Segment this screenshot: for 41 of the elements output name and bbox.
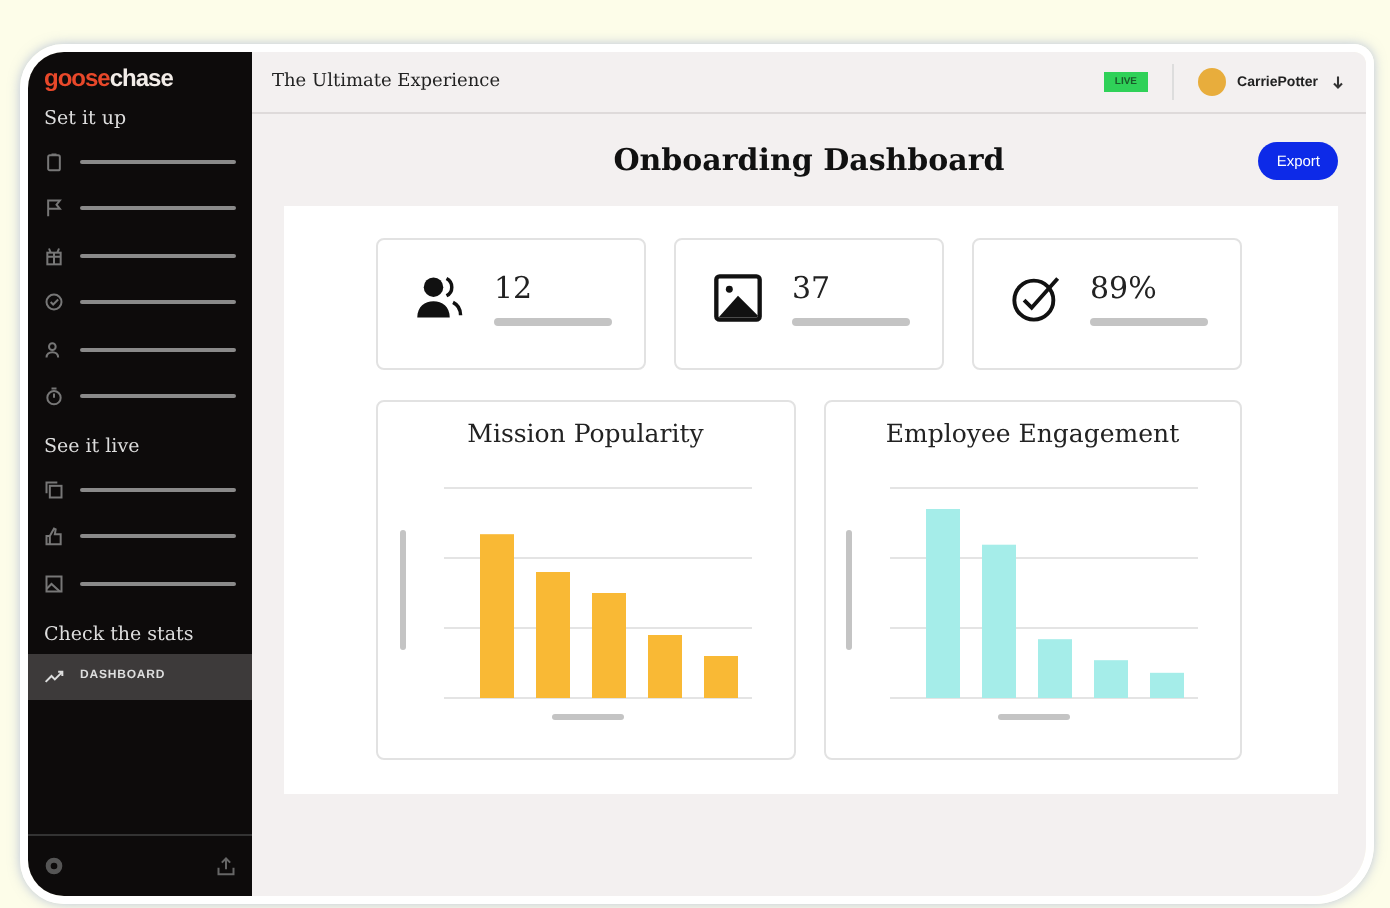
check-circle-icon bbox=[1010, 272, 1062, 324]
flag-icon bbox=[44, 198, 64, 219]
copy-icon bbox=[44, 479, 64, 500]
bar bbox=[1038, 639, 1073, 698]
project-title: The Ultimate Experience bbox=[272, 72, 503, 92]
placeholder-line bbox=[494, 318, 612, 326]
bar bbox=[647, 635, 682, 698]
thumb-icon bbox=[44, 526, 64, 547]
people-icon bbox=[414, 272, 466, 324]
timer-icon bbox=[44, 386, 64, 407]
chart-title: Mission Popularity bbox=[467, 418, 704, 448]
badge-icon bbox=[44, 292, 64, 313]
placeholder-line bbox=[792, 318, 910, 326]
axis-label-placeholder bbox=[399, 530, 406, 650]
gift-icon bbox=[44, 245, 64, 266]
placeholder-line bbox=[1090, 318, 1208, 326]
bar bbox=[1150, 672, 1185, 698]
stat-value: 12 bbox=[494, 270, 535, 306]
image-icon bbox=[712, 272, 764, 324]
section-heading: See it live bbox=[42, 434, 142, 462]
image-icon bbox=[44, 573, 64, 594]
settings-icon[interactable] bbox=[44, 856, 64, 876]
bar bbox=[591, 593, 626, 698]
bar bbox=[1094, 660, 1129, 698]
section-heading: Set it up bbox=[42, 106, 129, 134]
stat-value: 89% bbox=[1090, 270, 1159, 306]
upload-icon[interactable] bbox=[216, 856, 236, 876]
stat-value: 37 bbox=[792, 270, 833, 306]
caret-icon[interactable] bbox=[1330, 74, 1346, 90]
clipboard-icon bbox=[44, 151, 64, 172]
chart-title: Employee Engagement bbox=[885, 418, 1180, 448]
trend-icon bbox=[44, 666, 64, 687]
page-title: Onboarding Dashboard bbox=[613, 142, 1005, 178]
people-icon bbox=[44, 339, 64, 360]
bar bbox=[703, 656, 738, 698]
logo: goosechase bbox=[42, 64, 175, 92]
axis-label-placeholder bbox=[551, 714, 624, 720]
axis-label-placeholder bbox=[998, 714, 1071, 720]
axis-label-placeholder bbox=[846, 530, 853, 650]
bar bbox=[535, 572, 570, 698]
section-heading: Check the stats bbox=[42, 621, 196, 649]
